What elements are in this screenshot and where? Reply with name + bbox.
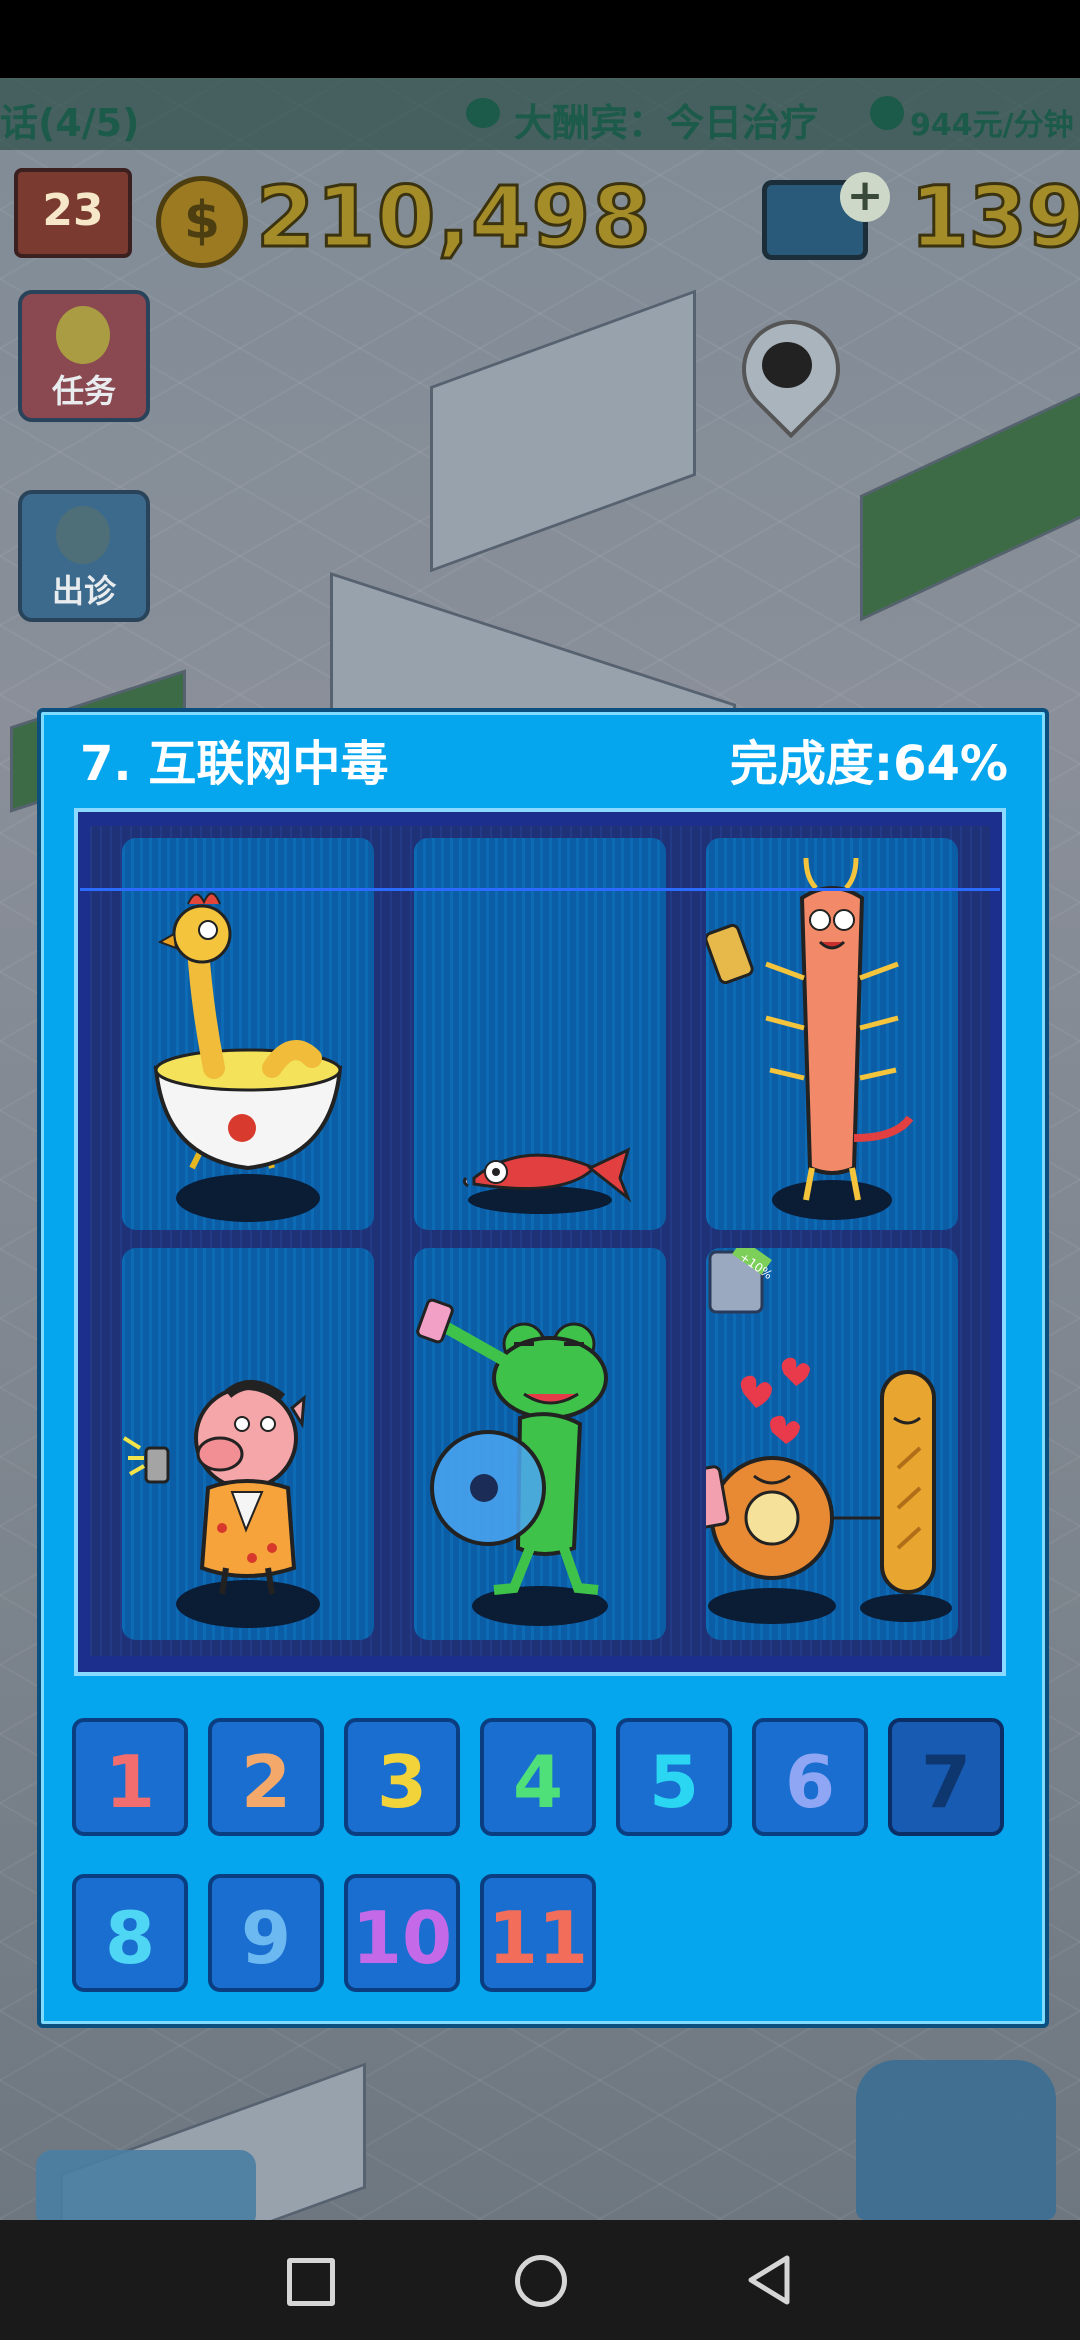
chicken-soup-icon [153,892,343,1222]
task-button[interactable]: 任务 [18,290,150,422]
puzzle-title: 7. 互联网中毒 [80,736,389,792]
promo-text: 大酬宾：今日治疗 [514,101,819,145]
level-button[interactable]: 10 [344,1874,460,1992]
piggy-bank-icon [870,96,904,130]
shrimp-icon [704,857,914,1220]
frog-icon [416,1298,608,1626]
puzzle-card-fish[interactable] [414,838,666,1230]
level-button[interactable]: 8 [72,1874,188,1992]
level-button[interactable]: 4 [480,1718,596,1836]
fish-icon [462,1147,632,1214]
level-button[interactable]: 11 [480,1874,596,1992]
back-button[interactable] [745,2254,793,2306]
puzzle-card-shrimp[interactable] [704,838,958,1230]
puzzle-card-frog[interactable] [414,1248,666,1640]
task-button-label: 任务 [51,372,116,410]
money-counter: 210,498 [255,167,653,268]
home-button[interactable] [515,2255,567,2307]
pig-icon [122,1379,320,1628]
coin-icon: $ [156,176,248,268]
donut-baguette-icon: +10% [688,1239,952,1624]
house-call-button[interactable]: 出诊 [18,490,150,622]
ambulance-pin-icon [56,506,110,564]
menu-button[interactable] [36,2150,256,2230]
level-button[interactable]: 7 [888,1718,1004,1836]
highlight-line [80,888,1000,891]
status-bar [0,0,1080,78]
level-button[interactable]: 3 [344,1718,460,1836]
level-button[interactable]: 2 [208,1718,324,1836]
level-button[interactable]: 6 [752,1718,868,1836]
player-level-badge[interactable]: 23 [14,168,132,258]
building [430,289,696,573]
level-button[interactable]: 1 [72,1718,188,1836]
completion-progress: 完成度:64% [729,736,1008,792]
chat-bubble-icon [466,98,500,128]
level-button[interactable]: 9 [208,1874,324,1992]
house-call-button-label: 出诊 [51,572,116,610]
level-button[interactable]: 5 [616,1718,732,1836]
puzzle-card-donut-baguette[interactable]: +10% [688,1239,958,1640]
hedge [860,380,1080,622]
income-rate: 944元/分钟 [910,108,1074,143]
patient-face-icon [762,342,812,388]
currency-counter: 139 [908,167,1080,268]
dialog-counter: 话(4/5) [0,101,140,145]
cat-robot-button[interactable] [856,2060,1056,2220]
recent-apps-button[interactable] [287,2258,335,2306]
puzzle-card-pig[interactable] [122,1248,374,1640]
puzzle-card-chicken[interactable] [122,838,374,1230]
lightbulb-icon [56,306,110,364]
add-currency-button[interactable]: + [840,172,890,222]
